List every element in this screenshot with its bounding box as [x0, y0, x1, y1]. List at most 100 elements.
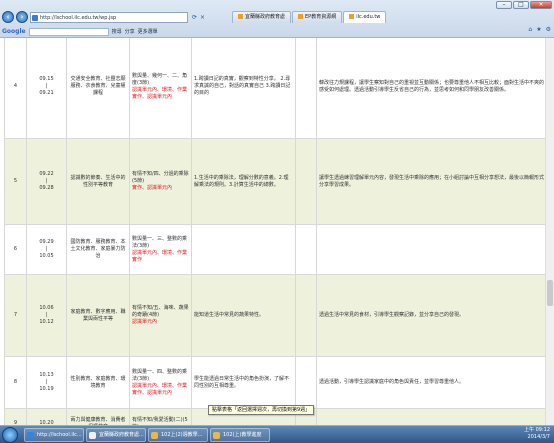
page-icon — [298, 14, 304, 19]
assessment-note: 實作、認識單元內 — [132, 185, 173, 191]
home-icon[interactable]: ⌂ — [528, 26, 532, 33]
folder-icon — [151, 432, 158, 439]
tab-ep-resource[interactable]: EP教育資源網 — [292, 11, 343, 23]
vertical-scrollbar[interactable] — [545, 38, 554, 425]
clock-time: 上午 09:12 — [524, 427, 550, 433]
unit-title: 數與量一、三、整數的乘法(3節) — [132, 235, 188, 249]
address-bar[interactable]: http://lschool.ilc.edu.tw/wp.jsp — [30, 11, 188, 23]
unit-title: 有情不知/五、海味、蔬果的奇蹟(4節) — [132, 305, 189, 318]
table-row: 6 09.29 | 10.05 國防教育、服務教育、本土文化教育、家庭暴力防治 數與量一、… — [4, 224, 548, 275]
address-text: http://lschool.ilc.edu.tw/wp.jsp — [40, 14, 117, 21]
date-start: 09.22 — [39, 171, 54, 177]
taskbar-item-edu[interactable]: 宜蘭縣政府教育處... — [86, 428, 146, 442]
date-end: 10.12 — [39, 319, 54, 325]
word-icon — [89, 432, 96, 439]
unit-cell: 有情不知/五、海味、蔬果的奇蹟(4節) 認識單元內 — [129, 274, 192, 357]
page-icon — [238, 14, 243, 19]
note-cell — [316, 408, 548, 425]
settings-gear-icon[interactable]: ⚙ — [546, 26, 551, 33]
taskbar: http://lschool.ilc... 宜蘭縣政府教育處... 102上(2… — [0, 425, 554, 443]
unit-cell: 數與量一、四、整數的乘法(3節) 認識單元內、環境、作業 實作、認識單元內 — [129, 356, 192, 409]
spacer-cell — [295, 138, 317, 225]
date-start: 10.06 — [39, 305, 54, 311]
date-separator: | — [45, 83, 48, 89]
activity-cell: 學生能透過日常生活中的角色扮演，了解不同性別的互相尊重。 — [191, 356, 296, 409]
back-icon[interactable]: ‹ — [2, 11, 14, 23]
week-number: 6 — [4, 224, 27, 275]
week-dates: 10.13 | 10.19 — [26, 356, 67, 409]
spacer-cell — [295, 274, 317, 357]
tab-edu-bureau[interactable]: 宜蘭縣政府教育處 — [232, 11, 292, 23]
date-separator: | — [45, 312, 48, 318]
week-number: 5 — [4, 138, 27, 225]
share-button[interactable]: 分享 — [125, 28, 135, 35]
assessment-note: 認識單元內、環境、作業 — [132, 382, 188, 389]
forward-icon[interactable]: › — [16, 11, 28, 23]
system-tray-clock[interactable]: 上午 09:12 2014/3/7 — [524, 427, 550, 441]
topic-cell: 家庭教育、數字應用、職業與兩性平等 — [66, 274, 130, 357]
tooltip: 點擊表格「返回選擇週次，再切換到第9週」 — [208, 405, 315, 415]
activity-cell: 1.生活中的乘除法，理解分數的意義。2.理解乘法的規則。3.計算生活中的總數。 — [191, 138, 296, 225]
table-row: 4 09.15 | 09.21 交通安全教育、社團志願服務、衣食教育、兒童權課程 數與量、… — [4, 38, 548, 139]
spacer-cell — [295, 224, 317, 275]
note-cell: 讓學生透過練習理解單元內容，發現生活中乘除的應用；在小組討論中互相分享想法，最後… — [316, 138, 548, 225]
week-dates: 10.20 — [26, 408, 67, 425]
refresh-icon[interactable]: ⟳ — [192, 14, 197, 21]
folder-icon — [213, 432, 220, 439]
week-dates: 09.22 | 09.28 — [26, 138, 67, 225]
assessment-note: 認識單元內、環境、作業 — [132, 86, 188, 93]
topic-cell: 交通安全教育、社團志願服務、衣食教育、兒童權課程 — [66, 38, 130, 139]
more-menu-button[interactable]: 更多選單 — [138, 28, 158, 35]
search-button[interactable]: 搜尋 — [112, 28, 122, 35]
close-icon[interactable]: × — [530, 1, 552, 9]
week-number: 4 — [4, 38, 27, 139]
note-cell: 韓改往力規課程，讓學生察知對自己的重視並互動關係；也要尊重他人不相互比較；面對生… — [316, 38, 548, 139]
browser-chrome: – □ × ‹ › http://lschool.ilc.edu.tw/wp.j… — [0, 0, 554, 38]
topic-cell: 性別教育、家庭教育、環境教育 — [66, 356, 130, 409]
google-logo: Google — [2, 28, 26, 35]
unit-cell: 數與量、幾何一、二、角度(3節) 認識單元內、環境、作業 實作、認識單元內 — [129, 38, 192, 139]
topic-cell: 兩力與健康教育、消費者保護教育 — [66, 408, 130, 425]
start-button[interactable] — [2, 427, 18, 443]
minimize-icon[interactable]: – — [496, 1, 512, 9]
google-toolbar: Google 搜尋 分享 更多選單 — [0, 26, 554, 37]
taskbar-item-browser[interactable]: http://lschool.ilc... — [24, 428, 84, 442]
unit-title: 有情不知/我愛活動(二)(5節) — [132, 416, 188, 426]
favorites-icon[interactable]: ★ — [536, 26, 541, 33]
google-search-input[interactable] — [28, 27, 109, 36]
date-separator: | — [45, 379, 48, 385]
note-cell — [316, 224, 548, 275]
date-start: 09.15 — [39, 76, 54, 82]
date-end: 10.05 — [39, 253, 54, 259]
page-icon — [349, 14, 355, 19]
topic-cell: 認識數的節奏、生活中的性別平等教育 — [66, 138, 130, 225]
window-controls: – □ × — [496, 1, 552, 9]
maximize-icon[interactable]: □ — [513, 1, 529, 9]
unit-title: 有情不知/四、分過的乘除(5節) — [132, 171, 189, 184]
taskbar-item-schedule2[interactable]: 102(上)教學進度 — [210, 428, 270, 442]
date-end: 09.21 — [39, 90, 54, 96]
date-end: 10.19 — [39, 386, 54, 392]
navigation-bar: ‹ › http://lschool.ilc.edu.tw/wp.jsp ⟳ × — [2, 10, 205, 24]
table-row: 7 10.06 | 10.12 家庭教育、數字應用、職業與兩性平等 有情不知/五、海味、蔬… — [4, 274, 548, 357]
address-tools: ⟳ × — [192, 14, 205, 21]
week-number: 7 — [4, 274, 27, 357]
tab-ilc[interactable]: ilc.edu.tw — [343, 11, 387, 23]
clock-date: 2014/3/7 — [527, 434, 550, 440]
unit-title: 數與量、幾何一、二、角度(3節) — [132, 72, 188, 86]
stop-icon[interactable]: × — [200, 14, 205, 21]
week-dates: 09.15 | 09.21 — [26, 38, 67, 139]
assessment-note: 認識單元內、環境、作業 — [132, 249, 188, 256]
scrollbar-thumb[interactable] — [547, 280, 553, 306]
activity-cell: 1.跨讀日記的真實，觀察到特性分享。 2.尋求真誠的自己，對話的真實自己 3.跨… — [191, 38, 296, 139]
tab-strip: 宜蘭縣政府教育處 EP教育資源網 ilc.edu.tw — [232, 11, 387, 23]
spacer-cell — [295, 356, 317, 409]
note-cell: 透過生活中常見的食材，引導學生觀察記錄，並分享自己的發現。 — [316, 274, 548, 357]
assessment-note-2: 實作 — [132, 256, 143, 263]
activity-cell: 能知道生活中常見的蔬果特性。 — [191, 274, 296, 357]
right-toolbar: ⌂ ★ ⚙ — [528, 26, 551, 33]
page-content: 4 09.15 | 09.21 交通安全教育、社團志願服務、衣食教育、兒童權課程 數與量、… — [0, 38, 554, 425]
unit-cell: 有情不知/四、分過的乘除(5節) 實作、認識單元內 — [129, 138, 192, 225]
taskbar-item-schedule1[interactable]: 102上(2)週教學... — [148, 428, 208, 442]
note-cell: 透過活動，引導學生認識家庭中的角色與責任，並學習尊重他人。 — [316, 356, 548, 409]
